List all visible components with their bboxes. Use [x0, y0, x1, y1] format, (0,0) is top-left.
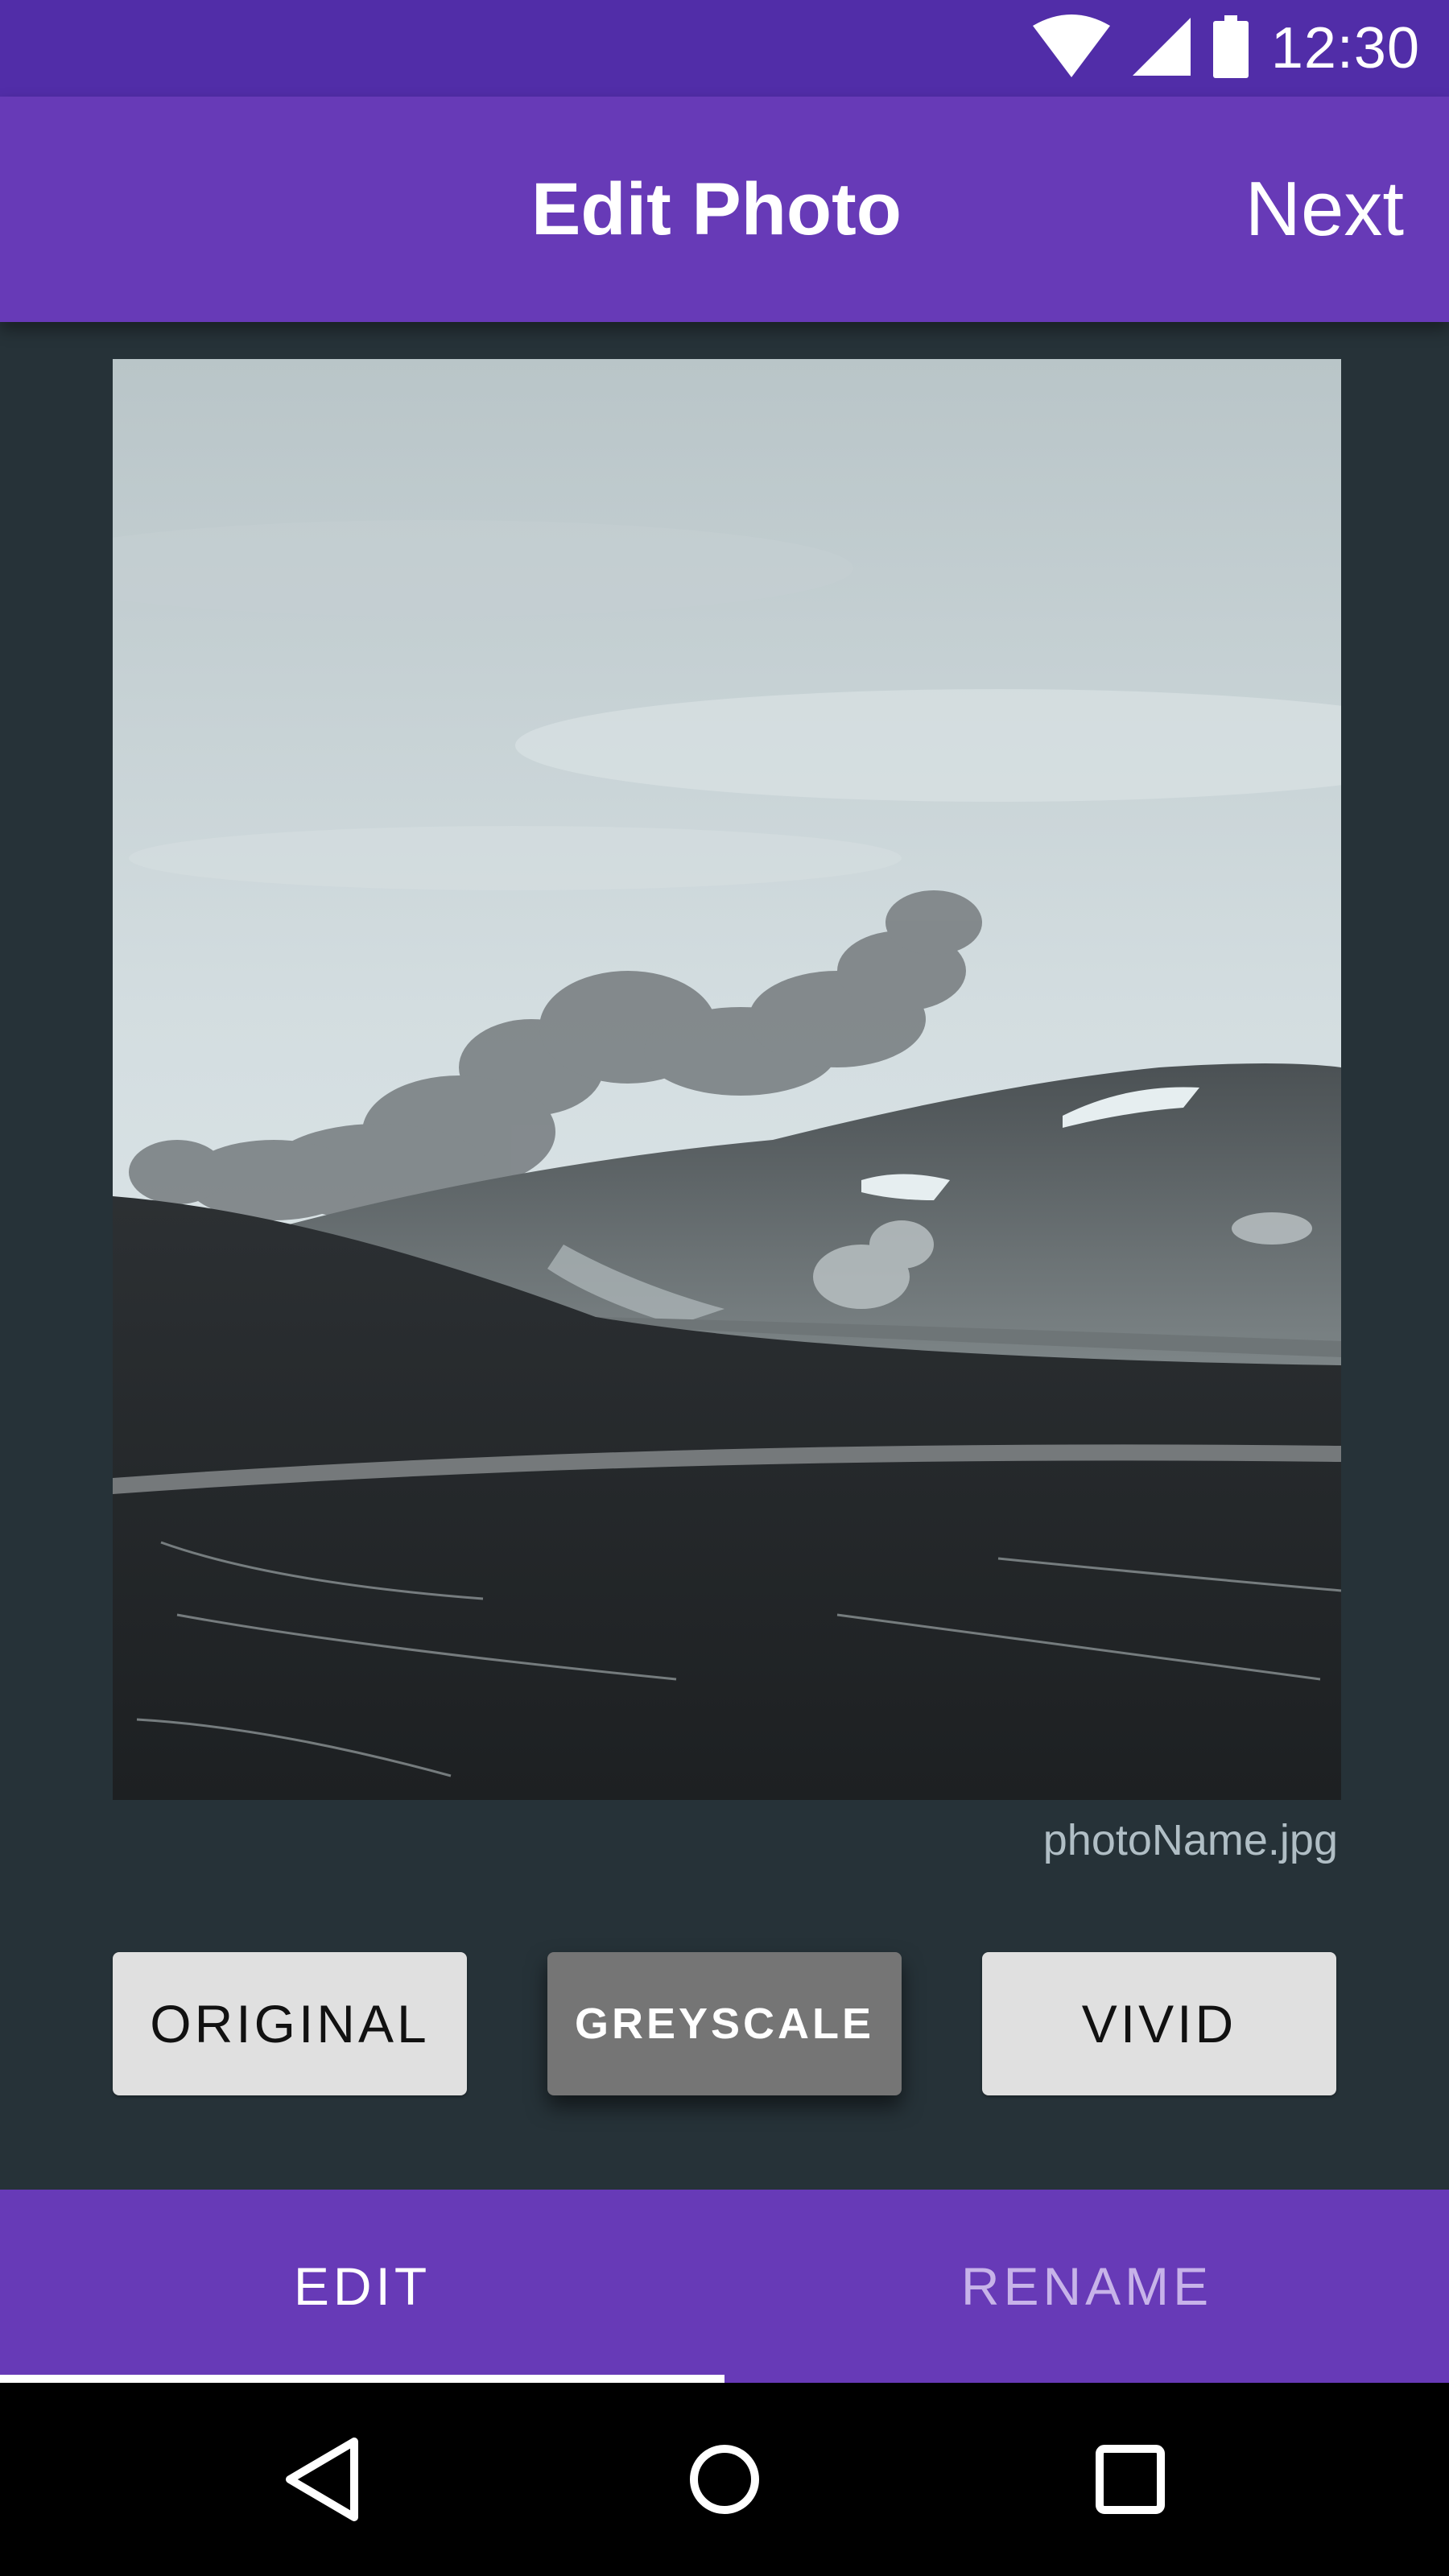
- wifi-icon: [1032, 14, 1110, 83]
- battery-icon: [1212, 14, 1249, 82]
- photo-landscape-graphic: [113, 359, 1341, 1800]
- photo-filename: photoName.jpg: [1042, 1816, 1338, 1864]
- page-title: Edit Photo: [531, 167, 902, 250]
- status-bar: 12:30: [0, 0, 1449, 97]
- filter-greyscale-button[interactable]: GREYSCALE: [547, 1952, 902, 2095]
- tab-indicator: [0, 2375, 724, 2383]
- tab-rename[interactable]: RENAME: [724, 2190, 1449, 2383]
- home-icon[interactable]: [628, 2383, 821, 2576]
- edit-content: photoName.jpg ORIGINAL GREYSCALE VIVID: [0, 322, 1449, 2190]
- status-icons: 12:30: [1032, 0, 1420, 97]
- photo-image: [113, 359, 1341, 1800]
- filter-vivid-button[interactable]: VIVID: [982, 1952, 1336, 2095]
- filter-original-button[interactable]: ORIGINAL: [113, 1952, 467, 2095]
- back-icon[interactable]: [225, 2383, 419, 2576]
- tab-edit[interactable]: EDIT: [0, 2190, 724, 2383]
- cell-signal-icon: [1132, 17, 1191, 80]
- recents-icon[interactable]: [1034, 2383, 1227, 2576]
- next-button[interactable]: Next: [1245, 97, 1404, 322]
- status-time: 12:30: [1270, 16, 1420, 80]
- tab-bar: EDIT RENAME: [0, 2190, 1449, 2383]
- system-nav-bar: [0, 2383, 1449, 2576]
- app-bar: Edit Photo Next: [0, 97, 1449, 322]
